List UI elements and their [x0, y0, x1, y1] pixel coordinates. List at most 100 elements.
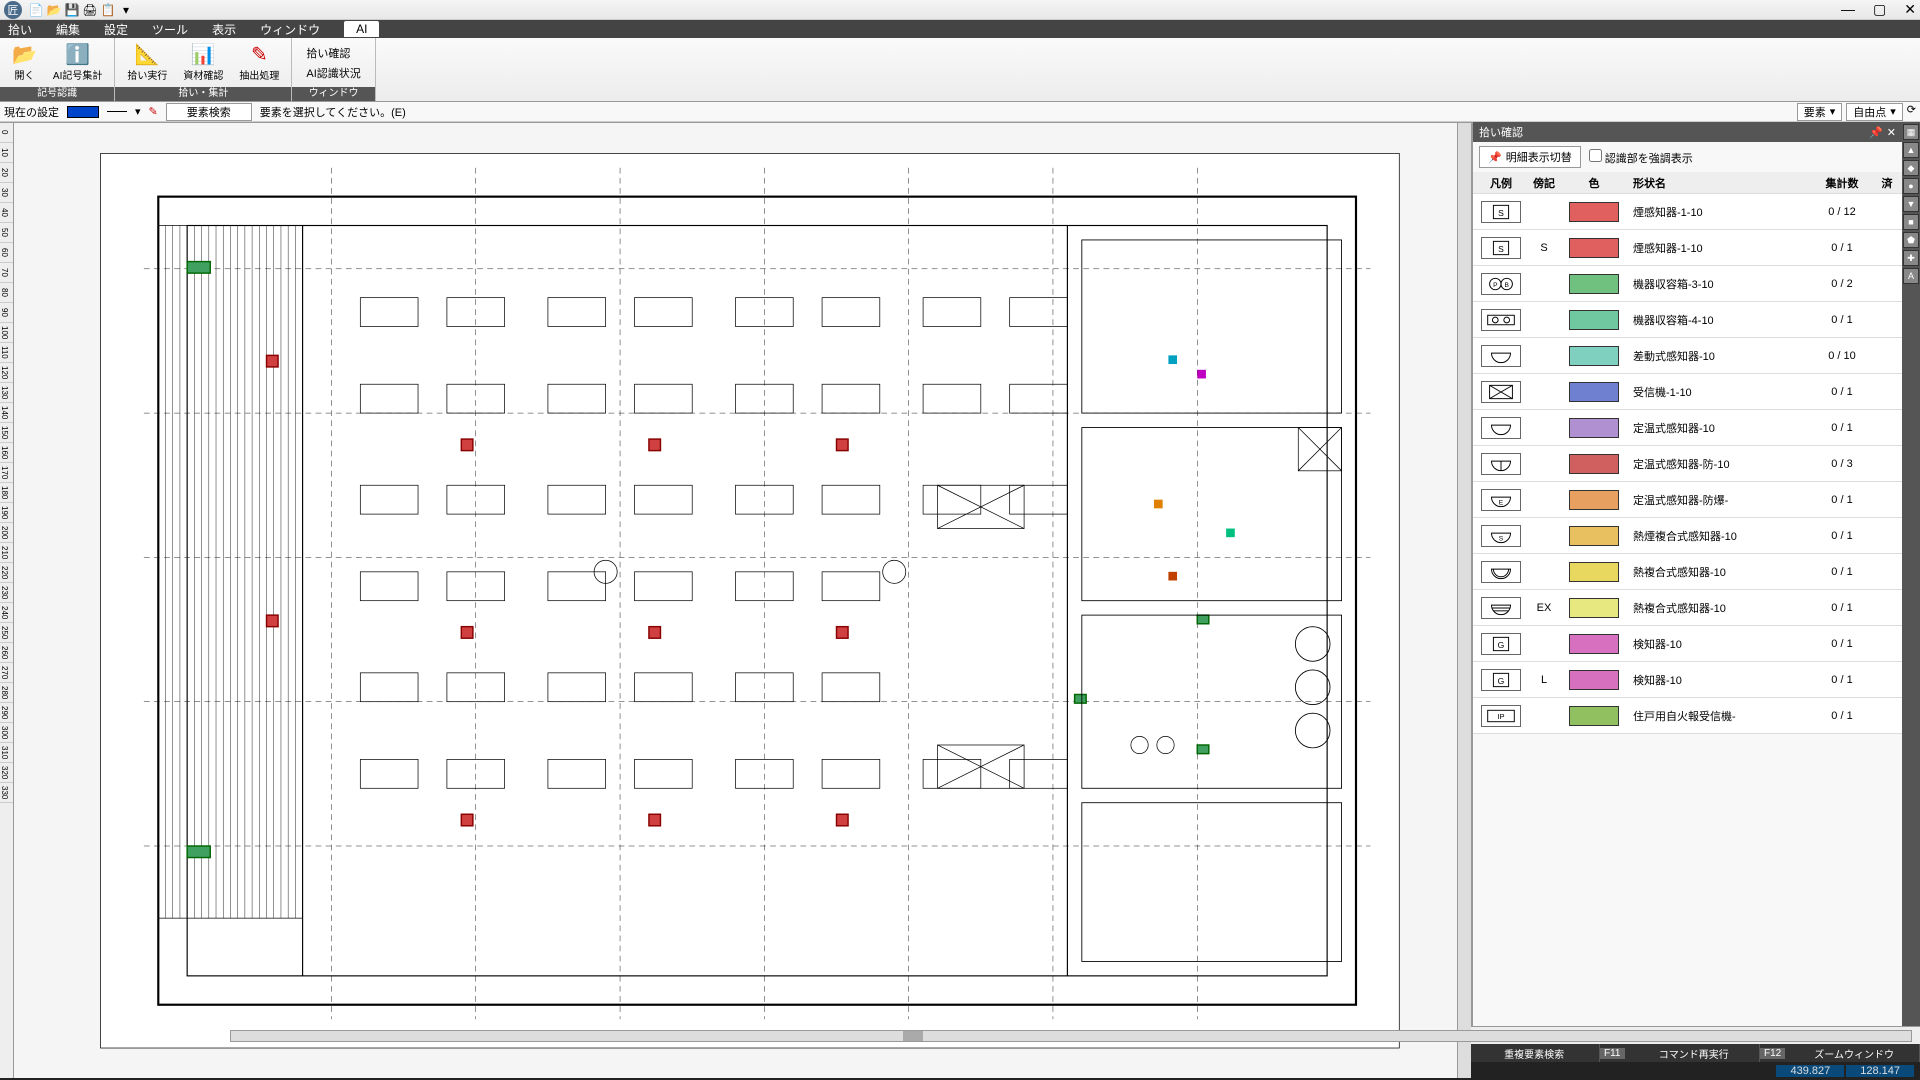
svg-text:E: E: [1499, 499, 1504, 506]
detail-toggle-button[interactable]: 📌 明細表示切替: [1479, 146, 1581, 168]
legend-row[interactable]: IP住戸用自火報受信機-0 / 1: [1473, 698, 1902, 734]
legend-row[interactable]: 定温式感知器-防-100 / 3: [1473, 446, 1902, 482]
svg-text:IP: IP: [1497, 711, 1504, 720]
strip-icon-6[interactable]: ■: [1903, 214, 1919, 230]
close-button[interactable]: ✕: [1904, 1, 1916, 18]
ribbon-open-button[interactable]: 📂 開く: [6, 41, 43, 84]
color-swatch[interactable]: [67, 106, 99, 118]
legend-color: [1559, 274, 1629, 294]
ruler-tick: 330: [0, 783, 13, 803]
strip-icon-9[interactable]: A: [1903, 268, 1919, 284]
qa-save-icon[interactable]: 💾: [64, 2, 80, 18]
qa-open-icon[interactable]: 📂: [46, 2, 62, 18]
menu-tab-ai[interactable]: AI: [344, 21, 379, 37]
ruler-tick: 160: [0, 443, 13, 463]
legend-name: 検知器-10: [1629, 636, 1812, 652]
strip-icon-5[interactable]: ▼: [1903, 196, 1919, 212]
ruler-tick: 110: [0, 343, 13, 363]
snap-combo[interactable]: 自由点▾: [1846, 103, 1903, 121]
legend-row[interactable]: G検知器-100 / 1: [1473, 626, 1902, 662]
strip-icon-4[interactable]: ●: [1903, 178, 1919, 194]
ribbon-pickup-confirm-link[interactable]: 拾い確認: [306, 45, 360, 61]
legend-row[interactable]: PB機器収容箱-3-100 / 2: [1473, 266, 1902, 302]
legend-row[interactable]: S熱煙複合式感知器-100 / 1: [1473, 518, 1902, 554]
legend-count: 0 / 1: [1812, 530, 1872, 542]
legend-name: 熱複合式感知器-10: [1629, 600, 1812, 616]
menu-hiroi[interactable]: 拾い: [8, 21, 32, 38]
legend-count: 0 / 2: [1812, 278, 1872, 290]
element-search-button[interactable]: 要素検索: [166, 103, 252, 121]
ribbon-pickup-run-button[interactable]: 📐 拾い実行: [121, 41, 173, 84]
ruler-tick: 100: [0, 323, 13, 343]
legend-row[interactable]: 差動式感知器-100 / 10: [1473, 338, 1902, 374]
emphasis-checkbox-input[interactable]: [1589, 149, 1602, 162]
scroll-vertical[interactable]: [1457, 123, 1471, 1078]
legend-row[interactable]: 受信機-1-100 / 1: [1473, 374, 1902, 410]
legend-name: 熱複合式感知器-10: [1629, 564, 1812, 580]
strip-icon-1[interactable]: ▦: [1903, 124, 1919, 140]
minimize-button[interactable]: —: [1841, 1, 1855, 18]
refresh-icon[interactable]: ⟳: [1907, 103, 1916, 121]
menu-window[interactable]: ウィンドウ: [260, 21, 320, 38]
ruler-tick: 140: [0, 403, 13, 423]
legend-symbol: IP: [1473, 705, 1529, 727]
fn-item-f11[interactable]: F11コマンド再実行: [1600, 1044, 1760, 1062]
ribbon: 📂 開く ℹ️ AI記号集計 記号認識 📐 拾い実行 📊 資材確認 ✎ 抽出処理: [0, 38, 1920, 102]
fn-item-f12[interactable]: F12ズームウィンドウ: [1760, 1044, 1920, 1062]
drawing-canvas[interactable]: [14, 123, 1457, 1078]
ruler-tick: 90: [0, 303, 13, 323]
legend-row[interactable]: EX熱複合式感知器-100 / 1: [1473, 590, 1902, 626]
menu-edit[interactable]: 編集: [56, 21, 80, 38]
legend-row[interactable]: SS煙感知器-1-100 / 1: [1473, 230, 1902, 266]
ribbon-material-check-label: 資材確認: [183, 67, 223, 82]
emphasis-checkbox[interactable]: 認識部を強調表示: [1589, 149, 1693, 166]
legend-name: 受信機-1-10: [1629, 384, 1812, 400]
svg-text:B: B: [1504, 281, 1509, 288]
legend-name: 定温式感知器-防-10: [1629, 456, 1812, 472]
qa-dropdown-icon[interactable]: ▾: [118, 2, 134, 18]
strip-icon-2[interactable]: ▲: [1903, 142, 1919, 158]
ribbon-ai-summary-button[interactable]: ℹ️ AI記号集計: [47, 41, 108, 84]
ribbon-material-check-button[interactable]: 📊 資材確認: [177, 41, 229, 84]
qa-new-icon[interactable]: 📄: [28, 2, 44, 18]
legend-color: [1559, 562, 1629, 582]
settings-bar: 現在の設定 ▾ ✎ 要素検索 要素を選択してください。(E) 要素▾ 自由点▾ …: [0, 102, 1920, 122]
legend-symbol: G: [1473, 633, 1529, 655]
ribbon-extract-button[interactable]: ✎ 抽出処理: [233, 41, 285, 84]
menu-view[interactable]: 表示: [212, 21, 236, 38]
legend-color: [1559, 454, 1629, 474]
legend-count: 0 / 1: [1812, 602, 1872, 614]
qa-paste-icon[interactable]: 📋: [100, 2, 116, 18]
strip-icon-3[interactable]: ◆: [1903, 160, 1919, 176]
menu-tool[interactable]: ツール: [152, 21, 188, 38]
strip-icon-7[interactable]: ⬟: [1903, 232, 1919, 248]
legend-table-header: 凡例 傍記 色 形状名 集計数 済: [1473, 172, 1902, 194]
strip-icon-8[interactable]: ✚: [1903, 250, 1919, 266]
ruler-vertical: 0102030405060708090100110120130140150160…: [0, 123, 14, 1078]
legend-color: [1559, 418, 1629, 438]
line-width-indicator[interactable]: [107, 111, 127, 112]
ruler-tick: 220: [0, 563, 13, 583]
qa-print-icon[interactable]: 🖨: [82, 2, 98, 18]
legend-symbol: PB: [1473, 273, 1529, 295]
legend-row[interactable]: 定温式感知器-100 / 1: [1473, 410, 1902, 446]
legend-row[interactable]: 機器収容箱-4-100 / 1: [1473, 302, 1902, 338]
legend-row[interactable]: 熱複合式感知器-100 / 1: [1473, 554, 1902, 590]
side-panel-pin-icon[interactable]: 📌: [1869, 126, 1883, 139]
pen-tool-icon[interactable]: ✎: [149, 105, 158, 118]
current-settings-label: 現在の設定: [4, 104, 59, 120]
ribbon-ai-status-link[interactable]: AI認識状況: [306, 65, 360, 81]
scroll-horizontal[interactable]: [230, 1030, 1912, 1042]
line-style-dropdown[interactable]: ▾: [135, 105, 141, 118]
ribbon-group-window: 拾い確認 AI認識状況 ウィンドウ: [292, 38, 375, 101]
element-combo[interactable]: 要素▾: [1797, 103, 1843, 121]
side-panel: 拾い確認 📌 ✕ 📌 明細表示切替 認識部を強調表示 凡例 傍記 色 形状名 集: [1472, 122, 1902, 1026]
legend-row[interactable]: GL検知器-100 / 1: [1473, 662, 1902, 698]
legend-row[interactable]: S煙感知器-1-100 / 12: [1473, 194, 1902, 230]
menu-settings[interactable]: 設定: [104, 21, 128, 38]
maximize-button[interactable]: ▢: [1873, 1, 1886, 18]
drawing-area: 0102030405060708090100110120130140150160…: [0, 122, 1472, 1026]
ruler-tick: 70: [0, 263, 13, 283]
legend-row[interactable]: E定温式感知器-防爆-0 / 1: [1473, 482, 1902, 518]
side-panel-close-icon[interactable]: ✕: [1887, 126, 1896, 139]
